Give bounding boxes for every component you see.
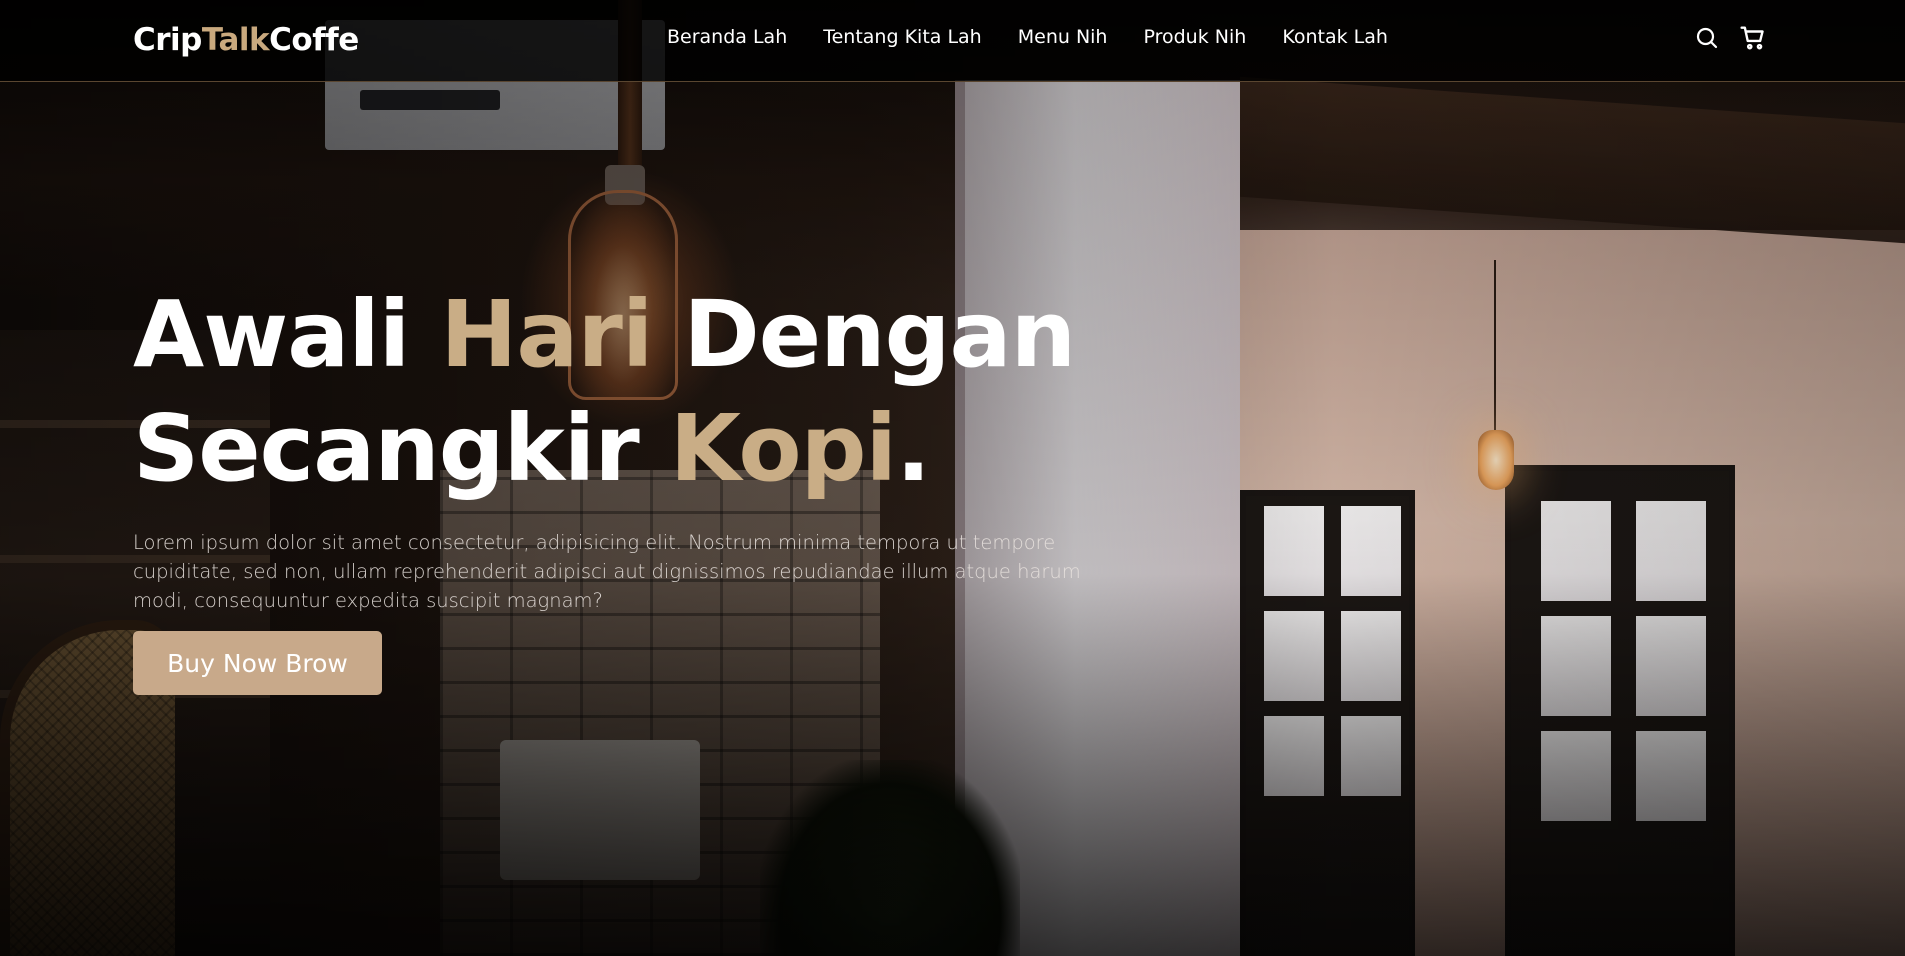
hero-content: Awali Hari Dengan Secangkir Kopi. Lorem …	[133, 278, 1133, 695]
hero-title-accent: Hari	[440, 281, 653, 388]
hero-title-text: .	[896, 395, 931, 502]
nav-link-menu[interactable]: Menu Nih	[1018, 26, 1108, 48]
hero-title-text: Dengan	[652, 281, 1076, 388]
nav-link-beranda[interactable]: Beranda Lah	[667, 26, 787, 48]
search-icon[interactable]	[1694, 25, 1720, 51]
navbar: CripTalkCoffe Beranda Lah Tentang Kita L…	[0, 0, 1905, 82]
nav-links: Beranda Lah Tentang Kita Lah Menu Nih Pr…	[667, 26, 1388, 48]
cart-icon[interactable]	[1740, 25, 1766, 51]
logo-text-part3: Coffe	[269, 22, 359, 58]
hero-description: Lorem ipsum dolor sit amet consectetur, …	[133, 531, 1081, 612]
nav-link-tentang[interactable]: Tentang Kita Lah	[823, 26, 982, 48]
hero-title-text: Secangkir	[133, 395, 670, 502]
nav-link-kontak[interactable]: Kontak Lah	[1282, 26, 1388, 48]
logo-text-accent: Talk	[201, 22, 270, 58]
hero-title: Awali Hari Dengan Secangkir Kopi.	[133, 278, 1133, 506]
hero-title-text: Awali	[133, 281, 441, 388]
logo[interactable]: CripTalkCoffe	[133, 22, 359, 58]
nav-icons	[1694, 25, 1766, 51]
hero-section: CripTalkCoffe Beranda Lah Tentang Kita L…	[0, 0, 1905, 956]
logo-text-part1: Crip	[133, 22, 202, 58]
buy-now-button[interactable]: Buy Now Brow	[133, 631, 382, 695]
nav-link-produk[interactable]: Produk Nih	[1143, 26, 1246, 48]
hero-title-accent: Kopi	[669, 395, 897, 502]
